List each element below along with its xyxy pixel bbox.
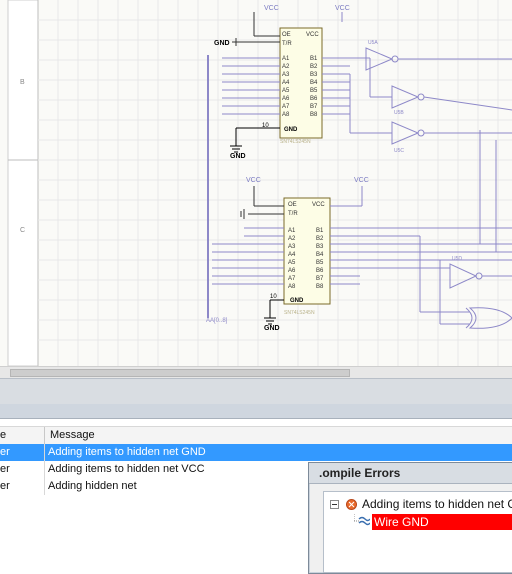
chip1-pin-a6: A6 bbox=[282, 96, 290, 102]
chip1-pin-vcc: VCC bbox=[306, 32, 319, 38]
chip1-pin-b7: B7 bbox=[310, 104, 318, 110]
message-text: Adding items to hidden net VCC bbox=[48, 463, 205, 475]
messages-panel-titlebar bbox=[0, 404, 512, 419]
gnd-label-2: GND bbox=[230, 153, 246, 160]
chip2-pin-tr: T/R bbox=[288, 211, 298, 217]
chip1-pin-a5: A5 bbox=[282, 88, 290, 94]
chip2-pin-a7: A7 bbox=[288, 276, 296, 282]
chip1-pin-a3: A3 bbox=[282, 72, 290, 78]
message-class: er bbox=[0, 446, 10, 458]
inverter-label-b: U5B bbox=[394, 110, 404, 116]
error-tree[interactable]: Adding items to hidden net GND Wire GND bbox=[323, 491, 512, 573]
collapse-icon[interactable] bbox=[330, 500, 339, 509]
chip2-pin-b6: B6 bbox=[316, 268, 324, 274]
dialog-titlebar[interactable]: .ompile Errors bbox=[309, 463, 512, 484]
chip1-pin-b2: B2 bbox=[310, 64, 318, 70]
chip1-pin-a8: A8 bbox=[282, 112, 290, 118]
chip1-pin-b3: B3 bbox=[310, 72, 318, 78]
chip2-pin-a5: A5 bbox=[288, 260, 296, 266]
message-class: er bbox=[0, 480, 10, 492]
message-text: Adding items to hidden net GND bbox=[48, 446, 206, 458]
chip2-pin-vcc: VCC bbox=[312, 202, 325, 208]
schematic-canvas[interactable]: B C AA[0..8] VCC VCC GND OE T/R VCC A1 A… bbox=[0, 0, 512, 379]
column-header-message[interactable]: Message bbox=[50, 429, 95, 441]
chip2-pin-a3: A3 bbox=[288, 244, 296, 250]
chip1-pin-b5: B5 bbox=[310, 88, 318, 94]
chip2-pin-b2: B2 bbox=[316, 236, 324, 242]
chip2-pin-b8: B8 bbox=[316, 284, 324, 290]
vcc-label-2: VCC bbox=[335, 5, 350, 12]
chip2-pin-a6: A6 bbox=[288, 268, 296, 274]
chip2-pin-b4: B4 bbox=[316, 252, 324, 258]
message-text: Adding hidden net bbox=[48, 480, 137, 492]
chip2-pin-oe: OE bbox=[288, 202, 297, 208]
wire-icon bbox=[354, 514, 370, 526]
chip2-pin-a1: A1 bbox=[288, 228, 296, 234]
chip1-pin-gnd: GND bbox=[284, 127, 298, 133]
chip2-pin-b5: B5 bbox=[316, 260, 324, 266]
chip1-pin-a1: A1 bbox=[282, 56, 290, 62]
chip2-pin-gnd: GND bbox=[290, 298, 304, 304]
chip1-pin-a4: A4 bbox=[282, 80, 290, 86]
dialog-title: .ompile Errors bbox=[319, 466, 401, 480]
vcc-label-3: VCC bbox=[246, 177, 261, 184]
vcc-label-4: VCC bbox=[354, 177, 369, 184]
chip-u1[interactable]: VCC VCC GND OE T/R VCC A1 A2 A3 A4 A5 A6… bbox=[214, 5, 370, 160]
message-row[interactable]: er Adding items to hidden net GND bbox=[0, 444, 512, 461]
inverter-label-a: U5A bbox=[368, 40, 378, 46]
schematic-drawing: B C AA[0..8] VCC VCC GND OE T/R VCC A1 A… bbox=[7, 0, 512, 366]
chip2-pin-a8: A8 bbox=[288, 284, 296, 290]
vcc-label-1: VCC bbox=[264, 5, 279, 12]
chip1-pin-a7: A7 bbox=[282, 104, 290, 110]
inverter-group-top[interactable] bbox=[349, 47, 512, 145]
message-class: er bbox=[0, 463, 10, 475]
column-header-class[interactable]: e bbox=[0, 429, 6, 441]
error-tree-node[interactable]: Adding items to hidden net GND bbox=[362, 497, 512, 511]
chip2-part-name: SN74LS245N bbox=[284, 310, 315, 316]
chip2-pin-b1: B1 bbox=[316, 228, 324, 234]
gnd-label-1: GND bbox=[214, 40, 230, 47]
chip1-pin-a2: A2 bbox=[282, 64, 290, 70]
chip2-pin-b3: B3 bbox=[316, 244, 324, 250]
error-tree-child[interactable]: Wire GND bbox=[372, 514, 512, 530]
chip2-pin-b7: B7 bbox=[316, 276, 324, 282]
scrollbar-thumb[interactable] bbox=[10, 369, 350, 377]
messages-header: e Message bbox=[0, 426, 512, 446]
bus-label: AA[0..8] bbox=[206, 318, 228, 324]
row-label-c: C bbox=[20, 227, 25, 234]
chip2-pin-a2: A2 bbox=[288, 236, 296, 242]
inverter-label-d: U5D bbox=[452, 256, 462, 262]
chip1-part-name: SN74LS245N bbox=[280, 139, 311, 145]
chip1-pin-tr: T/R bbox=[282, 41, 292, 47]
wire-label: Wire GND bbox=[374, 515, 429, 529]
panel-splitter[interactable] bbox=[0, 378, 512, 405]
gnd-label-3: GND bbox=[264, 325, 280, 332]
chip2-pin-number: 10 bbox=[270, 294, 277, 300]
chip1-pin-b4: B4 bbox=[310, 80, 318, 86]
chip1-pin-oe: OE bbox=[282, 32, 291, 38]
error-icon bbox=[346, 499, 357, 510]
chip1-pin-b8: B8 bbox=[310, 112, 318, 118]
inverter-label-c: U5C bbox=[394, 148, 404, 154]
compile-errors-dialog[interactable]: .ompile Errors Adding items to hidden ne… bbox=[308, 462, 512, 574]
chip1-pin-b6: B6 bbox=[310, 96, 318, 102]
chip2-pin-a4: A4 bbox=[288, 252, 296, 258]
chip1-pin-b1: B1 bbox=[310, 56, 318, 62]
row-label-b: B bbox=[20, 79, 25, 86]
